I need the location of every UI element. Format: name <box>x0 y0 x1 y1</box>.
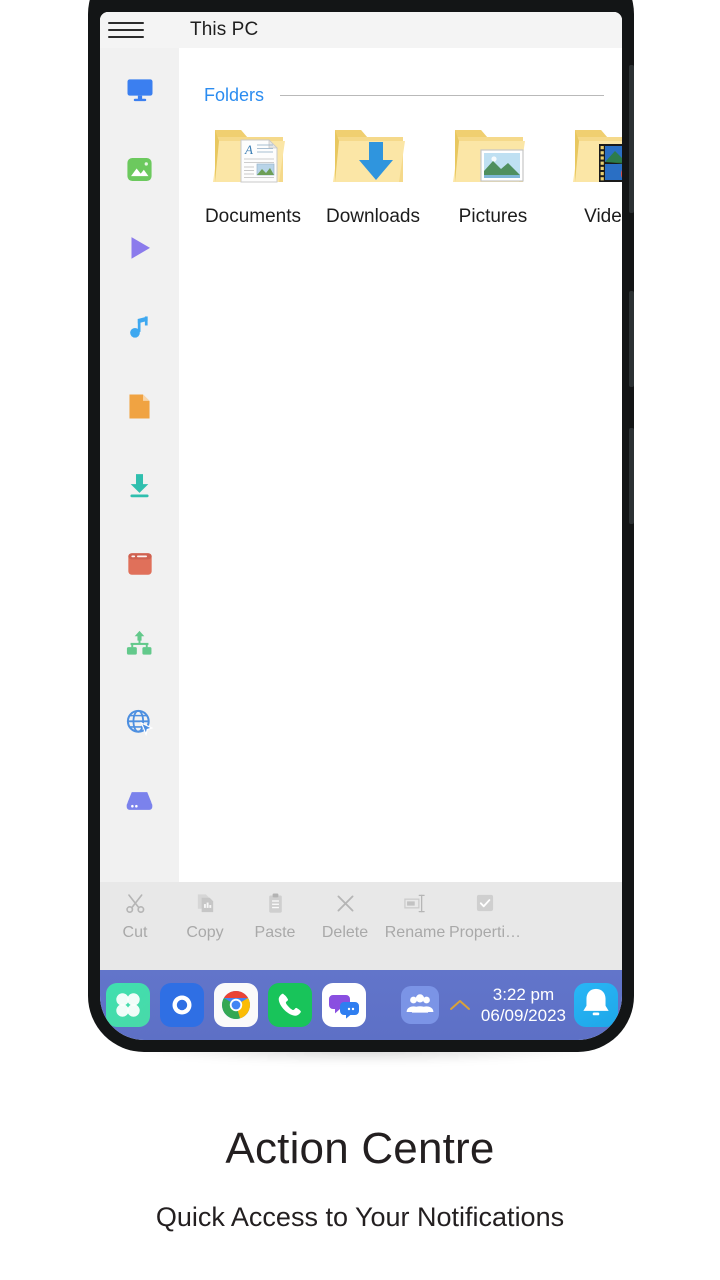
delete-button[interactable]: Delete <box>310 888 380 942</box>
action-label: Paste <box>254 924 296 941</box>
taskbar-app-drawer[interactable] <box>106 983 150 1027</box>
action-label: Delete <box>321 924 369 941</box>
taskbar-camera[interactable] <box>160 983 204 1027</box>
chat-bubbles-icon <box>329 995 359 1019</box>
action-label: Copy <box>186 924 224 941</box>
sidebar-item-storage[interactable] <box>100 781 179 821</box>
volume-up-button[interactable] <box>629 291 634 387</box>
sidebar-item-documents[interactable] <box>100 386 179 426</box>
checkbox-icon <box>474 888 496 918</box>
sidebar-item-apps[interactable] <box>100 544 179 584</box>
hard-drive-icon <box>126 792 153 810</box>
paste-button[interactable]: Paste <box>240 888 310 942</box>
rename-icon <box>403 888 428 918</box>
taskbar-expand-tray[interactable] <box>447 992 473 1018</box>
image-icon <box>127 157 152 181</box>
globe-cursor-icon <box>126 709 154 736</box>
action-label: Properti… <box>448 924 522 941</box>
folder-label: Pictures <box>458 206 528 227</box>
clipboard-icon <box>264 888 287 918</box>
taskbar-messages[interactable] <box>322 983 366 1027</box>
taskbar-notifications[interactable] <box>574 983 618 1027</box>
camera-ring-icon <box>172 995 192 1015</box>
phone-handset-icon <box>278 993 301 1016</box>
content-pane: Folders A Documents Downloads Pictures V… <box>179 48 622 882</box>
promo-screenshot-page: This PC Folders A Documents Downloads Pi… <box>0 0 720 1280</box>
folders-section-header: Folders <box>204 84 604 106</box>
promo-subtitle: Quick Access to Your Notifications <box>155 1202 565 1232</box>
file-action-toolbar: Cut Copy Paste Delete Rename Properti… <box>100 882 622 970</box>
taskbar-contacts[interactable] <box>400 986 439 1024</box>
copy-icon <box>194 888 217 918</box>
app-header: This PC <box>100 12 622 48</box>
taskbar-phone[interactable] <box>268 983 312 1027</box>
scissors-icon <box>124 888 147 918</box>
clock-time: 3:22 pm <box>492 985 555 1004</box>
download-icon <box>130 473 149 497</box>
folder-item-documents[interactable]: A Documents <box>193 118 313 229</box>
close-x-icon <box>334 888 357 918</box>
folder-pictures-icon <box>445 118 541 198</box>
folder-item-pictures[interactable]: Pictures <box>433 118 553 229</box>
sidebar <box>100 48 179 882</box>
folder-item-videos[interactable]: Videos <box>553 118 622 229</box>
phone-screen: This PC Folders A Documents Downloads Pi… <box>100 12 622 1040</box>
volume-down-button[interactable] <box>629 428 634 524</box>
folder-item-downloads[interactable]: Downloads <box>313 118 433 229</box>
taskbar-clock[interactable]: 3:22 pm 06/09/2023 <box>481 984 566 1026</box>
play-icon <box>131 237 150 259</box>
properties-button[interactable]: Properti… <box>448 888 522 942</box>
phone-device-frame: This PC Folders A Documents Downloads Pi… <box>88 0 634 1052</box>
chevron-up-icon <box>449 1000 470 1010</box>
folder-label: Videos <box>584 206 622 227</box>
sidebar-item-this-pc[interactable] <box>100 70 179 110</box>
folder-downloads-icon <box>325 118 421 198</box>
window-app-icon <box>127 553 152 575</box>
section-title: Folders <box>204 84 265 105</box>
sidebar-item-network-share[interactable] <box>100 623 179 663</box>
chrome-icon <box>222 991 250 1019</box>
music-note-icon <box>130 315 148 338</box>
power-button[interactable] <box>629 65 634 213</box>
folder-documents-icon: A <box>205 118 301 198</box>
folder-label: Documents <box>204 206 302 227</box>
action-label: Rename <box>384 924 446 941</box>
copy-button[interactable]: Copy <box>170 888 240 942</box>
clock-date: 06/09/2023 <box>480 1006 566 1025</box>
document-icon <box>129 393 150 419</box>
sidebar-item-images[interactable] <box>100 149 179 189</box>
android-taskbar: 3:22 pm 06/09/2023 <box>100 970 622 1040</box>
people-group-icon <box>406 994 434 1013</box>
folder-videos-icon <box>565 118 622 198</box>
sidebar-item-remote-access[interactable] <box>100 702 179 742</box>
taskbar-chrome[interactable] <box>214 983 258 1027</box>
folder-label: Downloads <box>326 206 420 227</box>
cut-button[interactable]: Cut <box>100 888 170 942</box>
sidebar-item-audio[interactable] <box>100 307 179 347</box>
rename-button[interactable]: Rename <box>380 888 450 942</box>
folder-grid: A Documents Downloads Pictures Vide <box>193 118 622 229</box>
page-title: This PC <box>190 19 259 40</box>
svg-text:A: A <box>244 142 253 157</box>
sidebar-item-videos[interactable] <box>100 228 179 268</box>
bell-icon <box>583 988 609 1016</box>
hamburger-menu-icon[interactable] <box>108 22 144 38</box>
promo-title: Action Centre <box>225 1124 495 1173</box>
network-icon <box>126 630 152 655</box>
sidebar-item-downloads[interactable] <box>100 465 179 505</box>
section-divider <box>280 94 604 96</box>
four-petal-icon <box>116 993 140 1017</box>
action-label: Cut <box>122 924 148 941</box>
monitor-icon <box>127 79 152 102</box>
